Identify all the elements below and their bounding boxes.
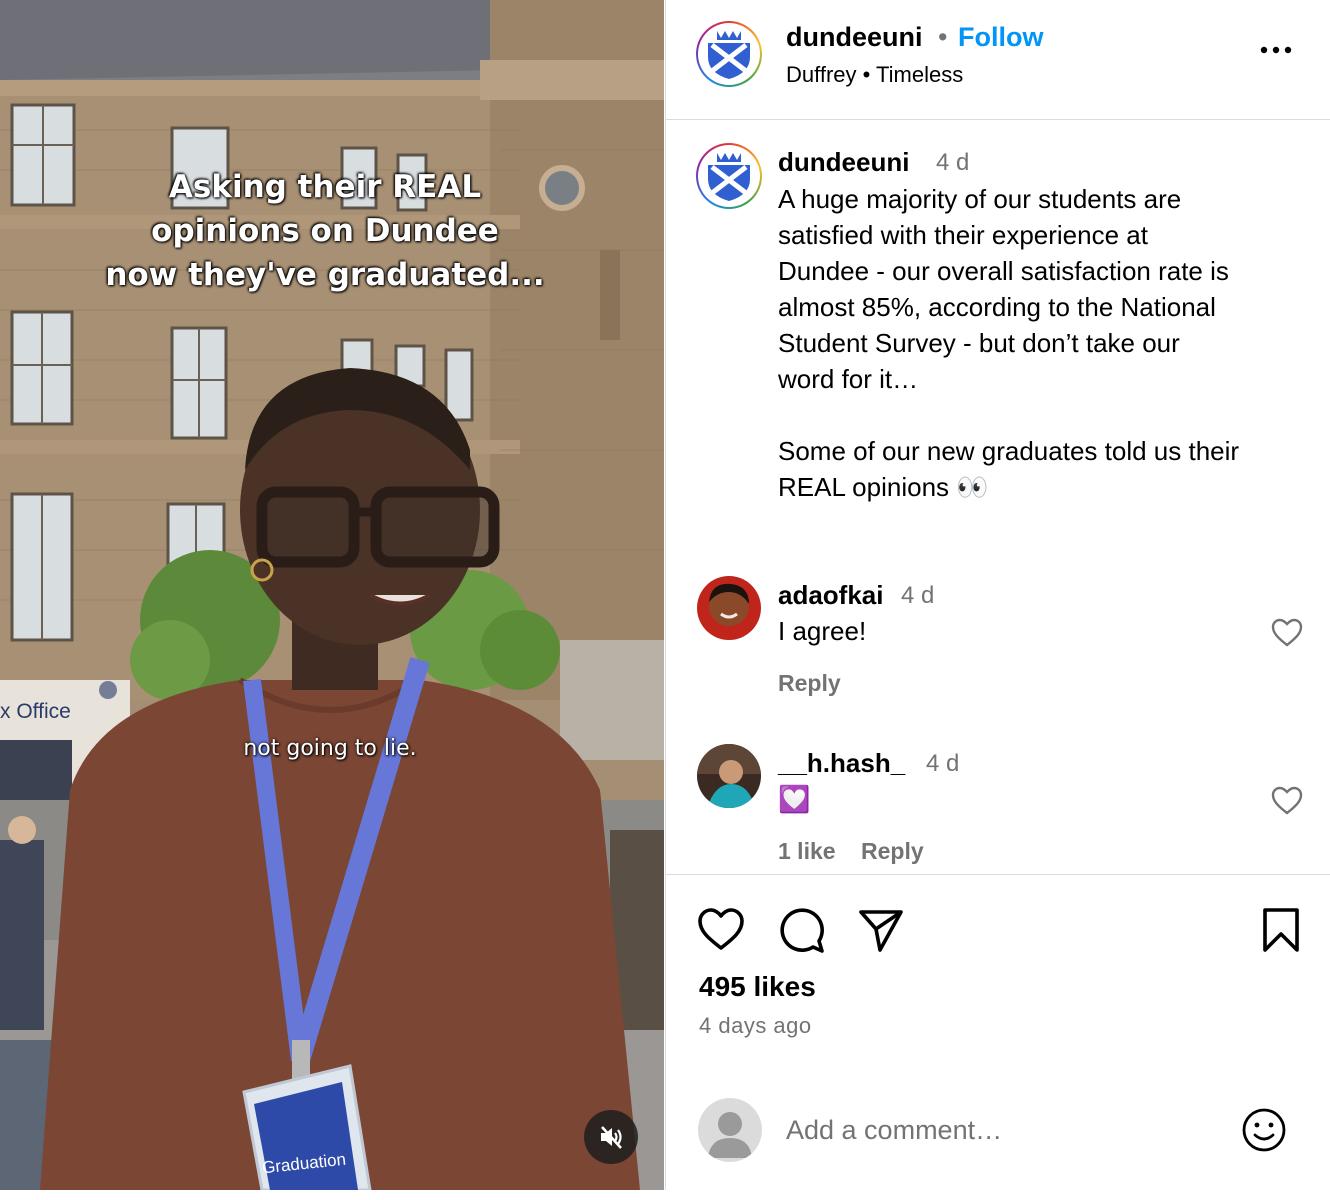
commenter-avatar[interactable] <box>697 576 761 640</box>
commenter-photo <box>697 576 761 640</box>
muted-speaker-icon <box>601 1126 622 1149</box>
video-subtitle: not going to lie. <box>243 736 417 761</box>
bookmark-icon[interactable] <box>1256 905 1306 955</box>
comments-section[interactable]: dundeeuni 4 d A huge majority of our stu… <box>666 121 1330 873</box>
post-side-panel: dundeeuni • Follow Duffrey • Timeless du… <box>665 0 1330 1190</box>
commenter-avatar[interactable] <box>697 744 761 808</box>
add-comment-bar <box>666 1080 1330 1190</box>
comment-like-count[interactable]: 1 like <box>778 838 836 865</box>
post-date: 4 days ago <box>699 1013 812 1038</box>
comment-icon[interactable] <box>776 905 826 955</box>
university-crest-logo <box>708 31 750 79</box>
post-caption: A huge majority of our students are sati… <box>778 184 1240 502</box>
comment-input[interactable] <box>786 1110 1226 1150</box>
comment-timestamp: 4 d <box>901 582 935 609</box>
caption-username[interactable]: dundeeuni <box>778 147 909 178</box>
comment-username[interactable]: adaofkai <box>778 580 884 611</box>
video-overlay-title: Asking their REAL opinions on Dundee now… <box>105 169 545 293</box>
like-count[interactable]: 495 likes <box>699 971 816 1003</box>
comment-text: 💟 <box>778 784 811 814</box>
audio-attribution[interactable]: Duffrey • Timeless <box>786 62 963 88</box>
default-avatar-icon <box>708 1112 752 1158</box>
share-icon[interactable] <box>856 905 906 955</box>
comment-text: I agree! <box>778 616 867 646</box>
commenter-photo <box>697 744 761 808</box>
comment-username[interactable]: __h.hash_ <box>778 748 905 779</box>
post-actions: 495 likes 4 days ago <box>666 874 1330 1074</box>
current-user-avatar <box>698 1098 762 1162</box>
reply-button[interactable]: Reply <box>861 838 924 865</box>
caption-timestamp: 4 d <box>936 149 970 176</box>
author-avatar[interactable] <box>696 21 762 87</box>
university-crest-logo <box>708 153 750 201</box>
smiley-icon[interactable] <box>1240 1106 1288 1154</box>
mute-toggle-button[interactable] <box>584 1110 638 1164</box>
comment-heart-icon[interactable] <box>1270 616 1304 650</box>
video-player[interactable]: Asking their REAL opinions on Dundee now… <box>0 0 664 1190</box>
author-username[interactable]: dundeeuni <box>786 22 923 53</box>
reply-button[interactable]: Reply <box>778 670 841 697</box>
follow-button[interactable]: Follow <box>958 22 1043 53</box>
more-horizontal-icon[interactable] <box>1256 40 1296 60</box>
heart-icon[interactable] <box>696 905 746 955</box>
comment-item: adaofkai 4 d I agree! Reply <box>666 576 1330 716</box>
comment-item: __h.hash_ 4 d 💟 1 like Reply <box>666 744 1330 873</box>
post-header: dundeeuni • Follow Duffrey • Timeless <box>666 0 1330 120</box>
box-office-sign: x Office <box>0 700 71 723</box>
comment-heart-icon[interactable] <box>1270 784 1304 818</box>
comment-timestamp: 4 d <box>926 750 960 777</box>
caption-author-avatar[interactable] <box>696 143 762 209</box>
separator-dot: • <box>938 22 948 52</box>
